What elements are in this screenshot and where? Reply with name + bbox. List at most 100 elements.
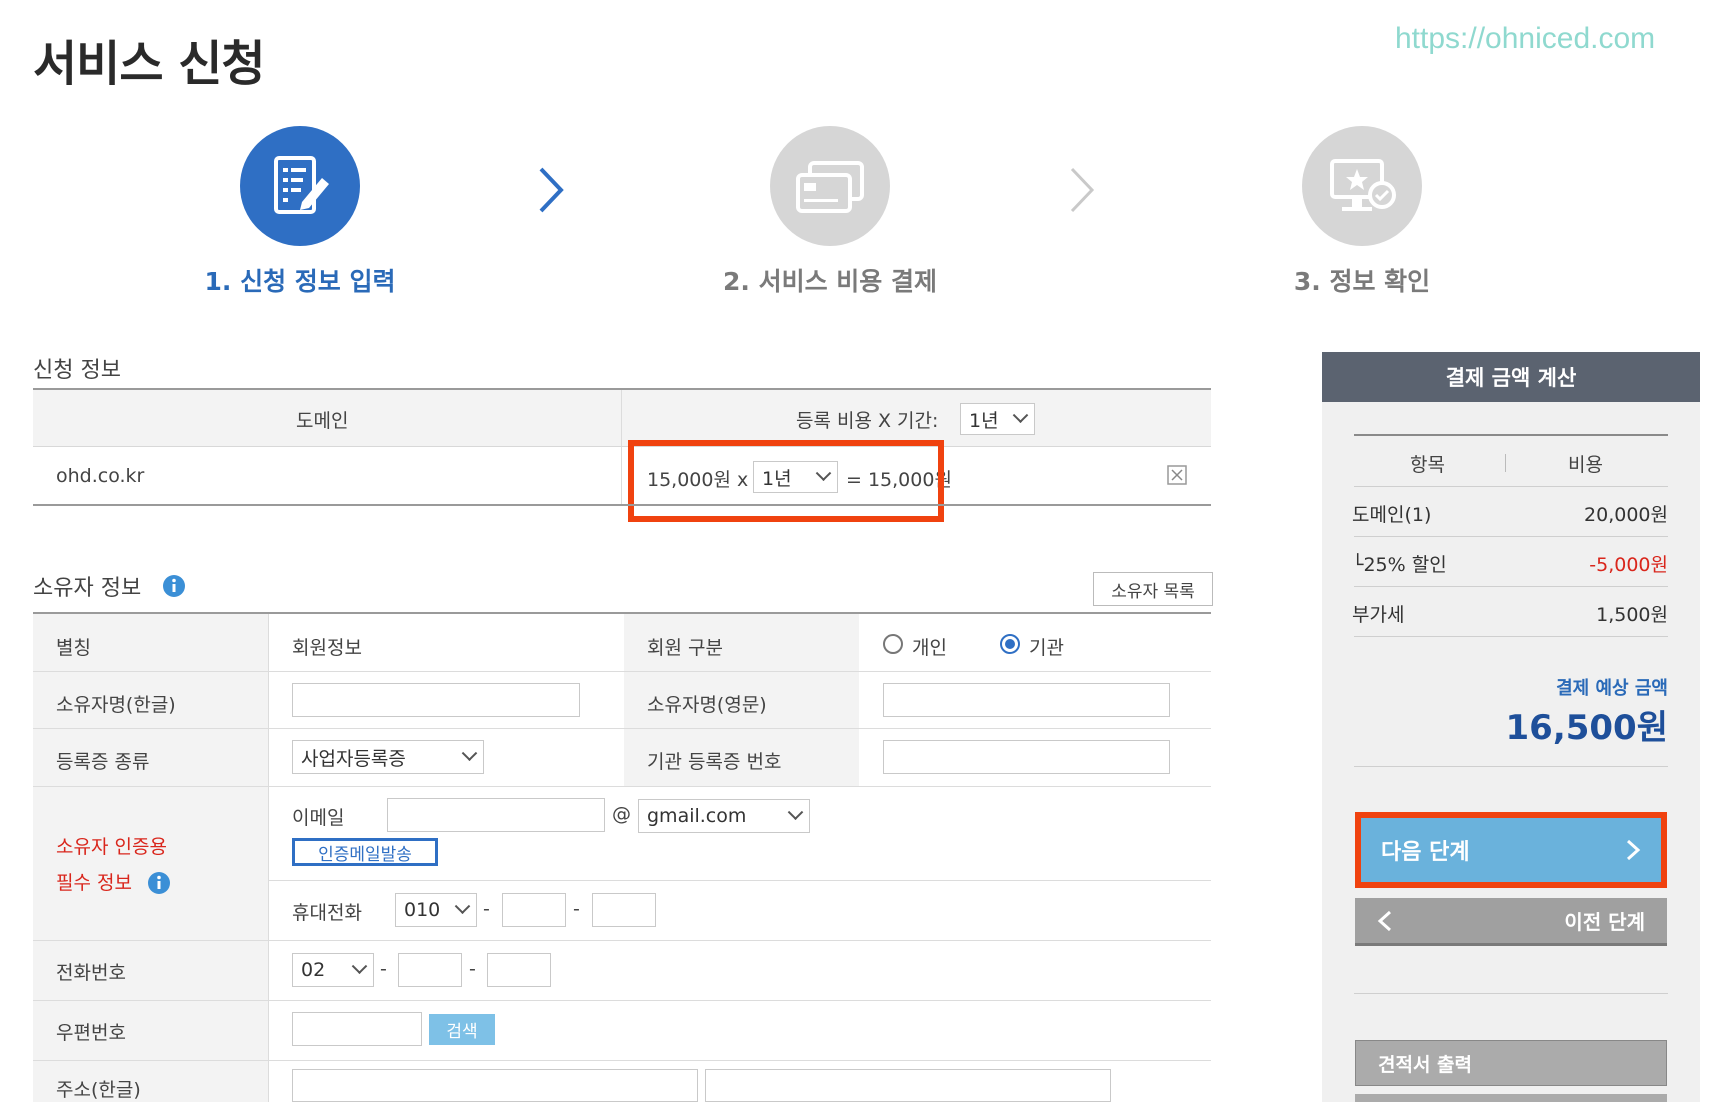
step-2-circle — [770, 126, 890, 246]
zip-label: 우편번호 — [56, 1022, 126, 1044]
chevron-down-icon — [454, 897, 471, 914]
highlight-box — [628, 440, 944, 522]
divider — [33, 786, 1211, 787]
payment-summary-header: 결제 금액 계산 — [1322, 352, 1700, 402]
phone-last-input[interactable] — [487, 953, 551, 987]
period-header-select[interactable]: 1년 — [960, 403, 1035, 435]
owner-name-en-label: 소유자명(영문) — [647, 694, 767, 716]
phone-prefix-select[interactable]: 02 — [292, 953, 374, 987]
monitor-check-icon — [1330, 159, 1396, 211]
summary-row-value: 20,000원 — [1584, 504, 1668, 526]
zip-input[interactable] — [292, 1012, 422, 1046]
mobile-label: 휴대전화 — [292, 902, 362, 924]
domain-name: ohd.co.kr — [56, 465, 145, 487]
divider — [1354, 636, 1668, 637]
highlight-box — [1355, 812, 1667, 888]
owner-name-kr-input[interactable] — [292, 683, 580, 717]
step-1-circle — [240, 126, 360, 246]
address-input-1[interactable] — [292, 1069, 698, 1102]
summary-row-label: └25% 할인 — [1352, 554, 1447, 576]
dash: - — [483, 898, 490, 920]
summary-row-value: 1,500원 — [1596, 604, 1668, 626]
owner-name-en-input[interactable] — [883, 683, 1170, 717]
divider — [1354, 434, 1668, 436]
divider — [268, 614, 269, 1102]
column-cost-period: 등록 비용 X 기간: — [796, 410, 939, 432]
divider — [33, 504, 1211, 506]
member-type-individual-radio[interactable] — [883, 634, 903, 654]
member-type-organization-radio[interactable] — [1000, 634, 1020, 654]
divider — [1354, 586, 1668, 587]
address-label: 주소(한글) — [56, 1079, 141, 1101]
mobile-last-input[interactable] — [592, 893, 656, 927]
more-buttons-edge — [1355, 1094, 1667, 1102]
remove-domain-icon[interactable] — [1167, 465, 1187, 485]
mobile-middle-input[interactable] — [502, 893, 566, 927]
member-type-organization-label: 기관 — [1029, 637, 1064, 659]
member-type-label: 회원 구분 — [647, 637, 723, 659]
registration-type-select[interactable]: 사업자등록증 — [292, 740, 484, 774]
application-section-title: 신청 정보 — [33, 358, 121, 383]
credit-card-icon — [796, 161, 864, 213]
mobile-prefix-select[interactable]: 010 — [395, 893, 477, 927]
dash: - — [469, 958, 476, 980]
divider — [33, 1060, 1211, 1061]
chevron-down-icon — [351, 957, 368, 974]
divider — [1354, 486, 1668, 487]
email-local-input[interactable] — [387, 798, 605, 832]
step-3-circle — [1302, 126, 1422, 246]
estimate-value: 16,500원 — [1505, 708, 1668, 748]
info-icon[interactable] — [162, 574, 186, 598]
dash: - — [380, 958, 387, 980]
summary-row-label: 부가세 — [1352, 604, 1405, 626]
summary-col-item: 항목 — [1410, 454, 1445, 476]
email-domain-select[interactable]: gmail.com — [638, 799, 810, 833]
previous-step-button[interactable]: 이전 단계 — [1355, 898, 1667, 946]
zip-search-button[interactable]: 검색 — [429, 1014, 495, 1045]
summary-col-cost: 비용 — [1568, 454, 1603, 476]
phone-middle-input[interactable] — [398, 953, 462, 987]
divider — [1505, 454, 1506, 472]
divider — [1354, 536, 1668, 537]
email-label: 이메일 — [292, 807, 345, 829]
divider — [33, 1000, 1211, 1001]
form-edit-icon — [274, 156, 329, 214]
divider — [33, 940, 1211, 941]
address-input-2[interactable] — [705, 1069, 1111, 1102]
page-title: 서비스 신청 — [33, 36, 266, 92]
estimate-label: 결제 예상 금액 — [1556, 678, 1668, 699]
owner-list-button[interactable]: 소유자 목록 — [1093, 572, 1213, 606]
chevron-down-icon — [461, 744, 478, 761]
dash: - — [573, 898, 580, 920]
org-registration-number-input[interactable] — [883, 740, 1170, 774]
divider — [1354, 993, 1668, 994]
step-3-label: 3. 정보 확인 — [1293, 267, 1431, 296]
summary-row-label: 도메인(1) — [1352, 504, 1432, 526]
step-1-label: 1. 신청 정보 입력 — [204, 267, 396, 296]
auth-info-label: 소유자 인증용 — [56, 836, 167, 858]
send-auth-mail-button[interactable]: 인증메일발송 — [292, 838, 438, 866]
auth-required-label: 필수 정보 — [56, 872, 132, 894]
owner-name-kr-label: 소유자명(한글) — [56, 694, 176, 716]
summary-row-value: -5,000원 — [1589, 554, 1668, 576]
org-registration-number-label: 기관 등록증 번호 — [647, 751, 782, 773]
alias-value: 회원정보 — [292, 637, 362, 659]
watermark-url: https://ohniced.com — [1395, 22, 1656, 55]
chevron-down-icon — [787, 803, 804, 820]
divider — [33, 671, 1211, 672]
chevron-right-icon — [1070, 167, 1095, 213]
divider — [621, 390, 622, 506]
print-quote-button[interactable]: 견적서 출력 — [1355, 1040, 1667, 1086]
column-domain: 도메인 — [296, 410, 349, 432]
phone-label: 전화번호 — [56, 962, 126, 984]
chevron-left-icon — [1377, 910, 1392, 931]
chevron-down-icon — [1012, 406, 1029, 423]
registration-type-label: 등록증 종류 — [56, 751, 150, 773]
divider — [33, 728, 1211, 729]
email-at-sign: @ — [612, 803, 631, 825]
owner-section-title: 소유자 정보 — [33, 576, 142, 601]
chevron-right-icon — [539, 167, 564, 213]
info-icon[interactable] — [147, 871, 171, 895]
divider — [33, 446, 1211, 447]
member-type-individual-label: 개인 — [912, 637, 947, 659]
